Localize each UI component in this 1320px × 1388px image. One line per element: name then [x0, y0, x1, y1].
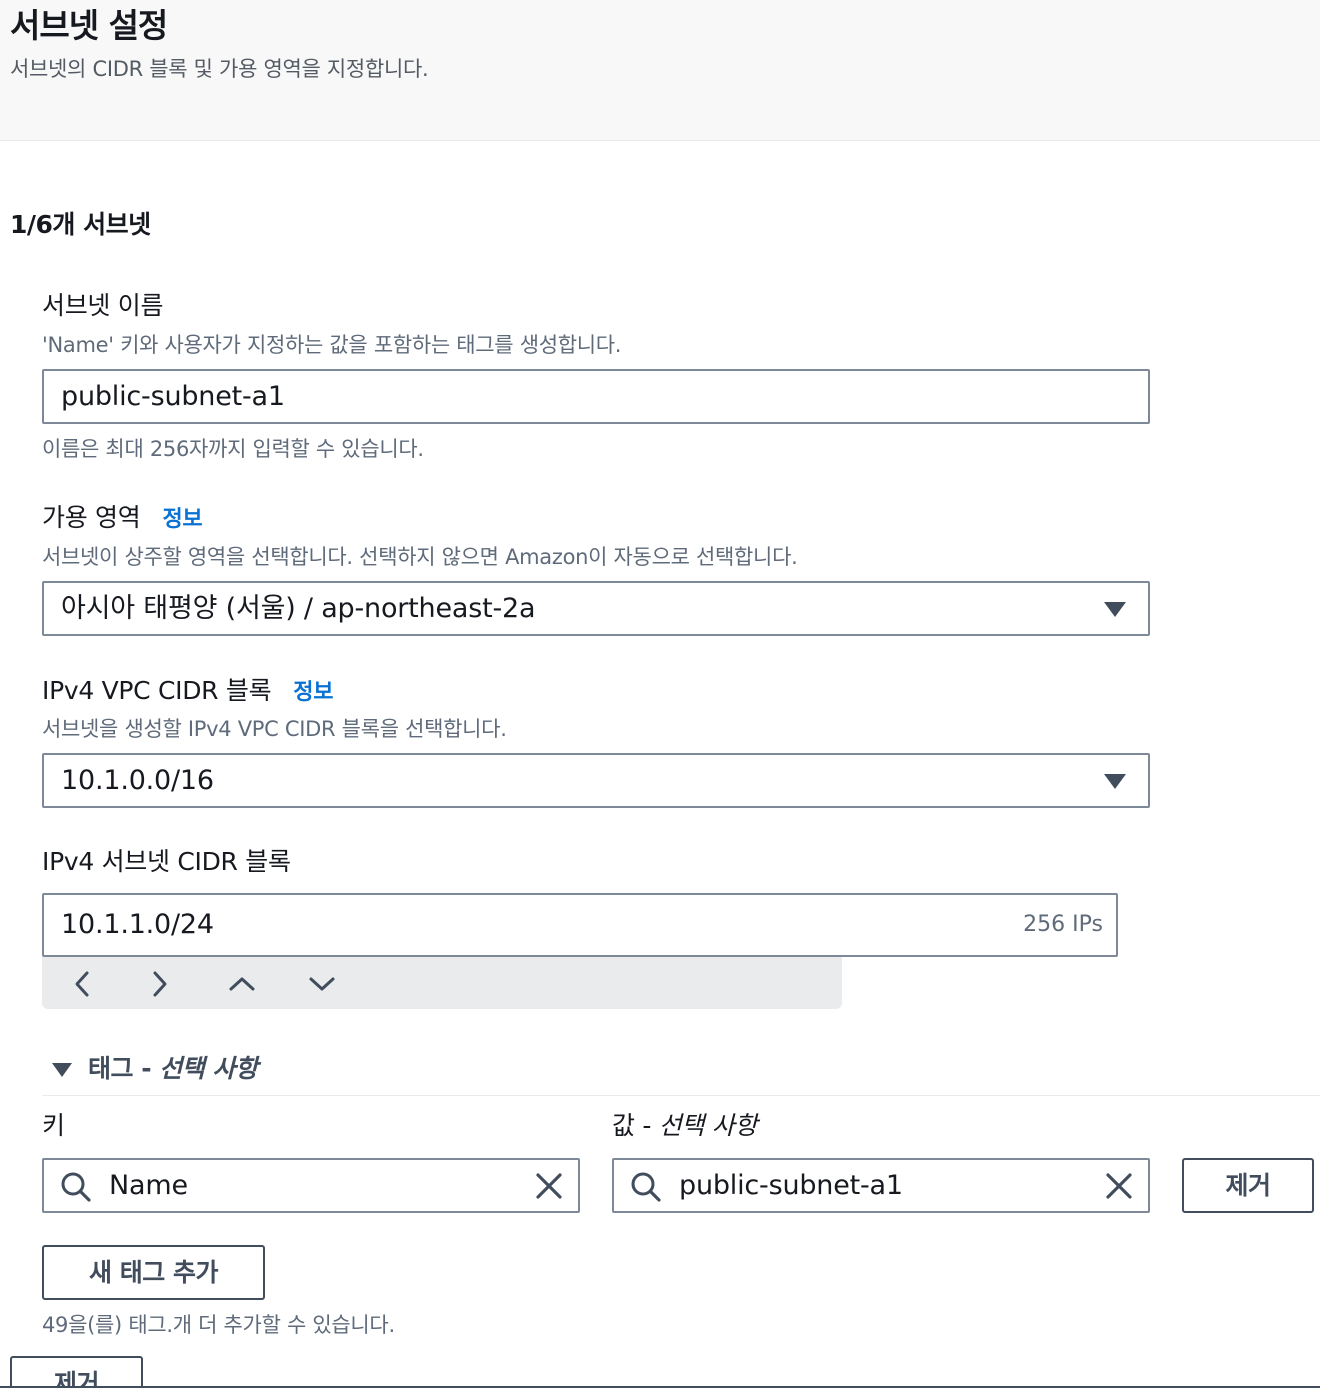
tag-value-label-optional: 선택 사항 [658, 1111, 758, 1140]
tag-value-label-prefix: 값 - [612, 1111, 659, 1140]
close-icon[interactable] [1104, 1171, 1134, 1201]
subnet-name-label: 서브넷 이름 [42, 291, 164, 320]
cidr-stepper-bar [42, 957, 842, 1009]
tag-value-label: 값 - 선택 사항 [612, 1108, 757, 1144]
remove-subnet-button-clip: 제거 [10, 1356, 143, 1388]
close-icon[interactable] [534, 1171, 564, 1201]
tags-title-optional: 선택 사항 [159, 1054, 258, 1083]
page-description: 서브넷의 CIDR 블록 및 가용 영역을 지정합니다. [10, 57, 429, 81]
availability-zone-label-text: 가용 영역 [42, 503, 141, 532]
tags-title: 태그 - 선택 사항 [88, 1050, 258, 1088]
caret-down-icon [1104, 602, 1126, 617]
tag-value-value: public-subnet-a1 [679, 1170, 903, 1201]
tag-key-label: 키 [42, 1111, 65, 1140]
chevron-up-icon[interactable] [222, 967, 262, 1001]
remove-tag-button[interactable]: 제거 [1182, 1158, 1314, 1213]
subnet-section-title: 1/6개 서브넷 [10, 210, 151, 239]
caret-down-icon [1104, 774, 1126, 789]
subnet-cidr-value: 10.1.1.0/24 [61, 909, 214, 940]
subnet-cidr-input[interactable]: 10.1.1.0/24 256 IPs [42, 893, 1118, 957]
vpc-cidr-label: IPv4 VPC CIDR 블록 정보 [42, 674, 333, 710]
caret-down-icon [52, 1063, 72, 1077]
subnet-cidr-label: IPv4 서브넷 CIDR 블록 [42, 847, 291, 876]
subnet-name-constraint: 이름은 최대 256자까지 입력할 수 있습니다. [42, 437, 424, 461]
availability-zone-description: 서브넷이 상주할 영역을 선택합니다. 선택하지 않으면 Amazon이 자동으… [42, 545, 798, 569]
subnet-cidr-ip-count: 256 IPs [1023, 912, 1103, 937]
vpc-cidr-description: 서브넷을 생성할 IPv4 VPC CIDR 블록을 선택합니다. [42, 717, 507, 741]
chevron-left-icon[interactable] [62, 967, 102, 1001]
page-title: 서브넷 설정 [10, 6, 168, 45]
add-new-tag-button[interactable]: 새 태그 추가 [42, 1245, 265, 1300]
availability-zone-selected: 아시아 태평양 (서울) / ap-northeast-2a [61, 593, 536, 624]
vpc-cidr-info-link[interactable]: 정보 [293, 680, 333, 705]
tag-value-input[interactable]: public-subnet-a1 [612, 1158, 1150, 1213]
vpc-cidr-label-text: IPv4 VPC CIDR 블록 [42, 676, 272, 705]
remove-subnet-button[interactable]: 제거 [10, 1356, 143, 1388]
availability-zone-label: 가용 영역 정보 [42, 501, 203, 537]
tags-remaining-note: 49을(를) 태그.개 더 추가할 수 있습니다. [42, 1313, 395, 1337]
chevron-right-icon[interactable] [140, 967, 180, 1001]
availability-zone-info-link[interactable]: 정보 [162, 507, 202, 532]
vpc-cidr-select[interactable]: 10.1.0.0/16 [42, 753, 1150, 808]
search-icon [630, 1171, 662, 1203]
tags-divider [42, 1095, 1320, 1096]
tags-title-prefix: 태그 - [88, 1054, 160, 1083]
page-header: 서브넷 설정 서브넷의 CIDR 블록 및 가용 영역을 지정합니다. [0, 0, 1320, 141]
availability-zone-select[interactable]: 아시아 태평양 (서울) / ap-northeast-2a [42, 581, 1150, 636]
search-icon [60, 1171, 92, 1203]
tag-key-value: Name [109, 1170, 188, 1201]
tag-key-input[interactable]: Name [42, 1158, 580, 1213]
subnet-name-input[interactable]: public-subnet-a1 [42, 369, 1150, 424]
subnet-name-description: 'Name' 키와 사용자가 지정하는 값을 포함하는 태그를 생성합니다. [42, 333, 622, 357]
chevron-down-icon[interactable] [302, 967, 342, 1001]
vpc-cidr-selected: 10.1.0.0/16 [61, 765, 214, 796]
subnet-name-value: public-subnet-a1 [61, 381, 285, 412]
